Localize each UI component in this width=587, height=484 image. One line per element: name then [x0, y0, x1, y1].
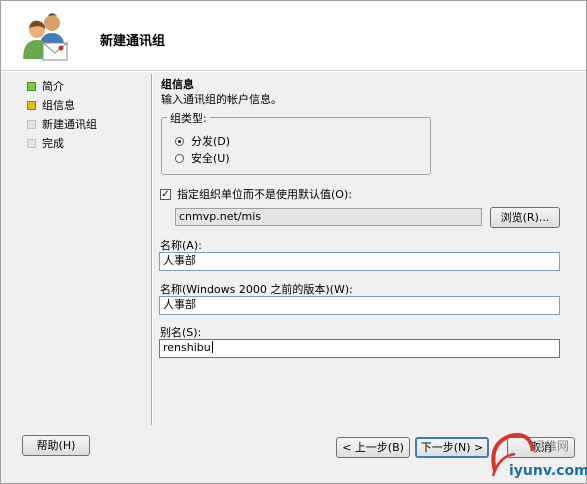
back-button[interactable]: < 上一步(B)	[336, 437, 410, 458]
pre2000-name-field[interactable]: 人事部	[159, 296, 560, 315]
alias-label: 别名(S):	[160, 326, 202, 339]
name-field[interactable]: 人事部	[159, 252, 560, 271]
specify-ou-label[interactable]: 指定组织单位而不是使用默认值(O):	[177, 188, 352, 202]
section-description: 输入通讯组的帐户信息。	[161, 93, 282, 106]
step-done-indicator	[27, 82, 36, 91]
nav-divider	[151, 74, 153, 425]
step-pending-indicator	[27, 120, 36, 129]
nav-step-label: 简介	[42, 80, 64, 93]
section-title: 组信息	[161, 78, 194, 91]
header-divider	[1, 70, 586, 72]
nav-step-label: 组信息	[42, 99, 75, 112]
wizard-header: 新建通讯组	[1, 1, 586, 70]
nav-step-label: 新建通讯组	[42, 118, 97, 131]
radio-button-unchecked[interactable]	[175, 154, 184, 163]
step-current-indicator	[27, 101, 36, 110]
help-button[interactable]: 帮助(H)	[22, 435, 90, 456]
name-label: 名称(A):	[160, 239, 202, 252]
next-button[interactable]: 下一步(N) >	[415, 437, 489, 458]
users-group-icon	[23, 13, 68, 61]
radio-label[interactable]: 分发(D)	[191, 134, 230, 150]
nav-step-new-group: 新建通讯组	[27, 116, 97, 135]
browse-button[interactable]: 浏览(R)...	[490, 207, 560, 228]
pre2000-name-label: 名称(Windows 2000 之前的版本)(W):	[160, 283, 353, 296]
text-caret	[211, 341, 213, 353]
alias-field[interactable]: renshibu	[159, 339, 560, 358]
nav-step-label: 完成	[42, 137, 64, 150]
watermark-text: iyunv.com	[509, 463, 587, 479]
specify-ou-checkbox[interactable]: ✓	[160, 189, 171, 200]
radio-label[interactable]: 安全(U)	[191, 151, 230, 167]
wizard-steps-nav: 简介 组信息 新建通讯组 完成	[27, 78, 97, 154]
ou-path-field: cnmvp.net/mis	[175, 208, 482, 226]
alias-value: renshibu	[163, 341, 211, 354]
nav-step-intro: 简介	[27, 78, 97, 97]
step-pending-indicator	[27, 139, 36, 148]
group-type-legend: 组类型:	[167, 110, 210, 126]
wizard-title: 新建通讯组	[100, 34, 166, 49]
radio-button-checked[interactable]	[175, 137, 184, 146]
nav-step-group-info: 组信息	[27, 97, 97, 116]
watermark-cn-text: 运维网	[533, 439, 570, 453]
nav-step-finish: 完成	[27, 135, 97, 154]
wizard-window: 新建通讯组 简介 组信息 新建通讯组 完成 组信息 输入通讯组的帐户信息。 组类…	[0, 0, 587, 484]
